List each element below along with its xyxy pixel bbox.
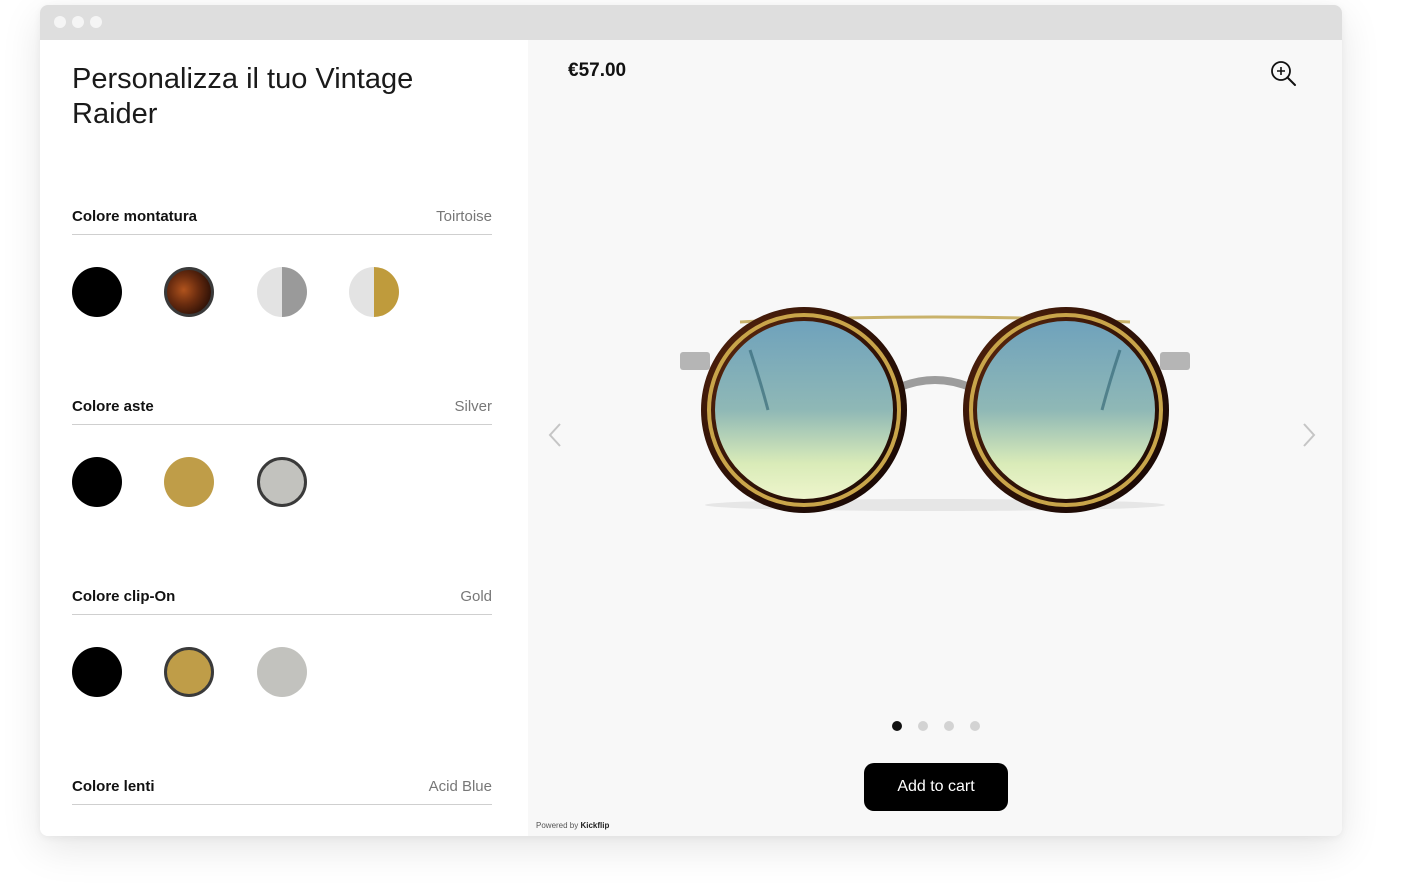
swatch-crystal-grey[interactable] (257, 267, 307, 317)
window-dot (72, 16, 84, 28)
option-clipon-color: Colore clip-On Gold (72, 582, 492, 697)
swatch-row (72, 267, 492, 317)
option-selected-value: Gold (460, 588, 492, 605)
product-preview: €57.00 Add to cart Powered by Kickflip (528, 40, 1342, 836)
chevron-left-icon[interactable] (544, 420, 566, 450)
option-header: Colore montatura Toirtoise (72, 202, 492, 235)
gallery-dot[interactable] (970, 721, 980, 731)
option-label: Colore clip-On (72, 588, 176, 605)
option-header: Colore clip-On Gold (72, 582, 492, 615)
option-label: Colore aste (72, 398, 154, 415)
swatch-black[interactable] (72, 457, 122, 507)
option-header: Colore lenti Acid Blue (72, 772, 492, 805)
swatch-black[interactable] (72, 267, 122, 317)
swatch-tortoise[interactable] (164, 267, 214, 317)
gallery-dot[interactable] (892, 721, 902, 731)
product-price: €57.00 (568, 60, 627, 81)
browser-window: Personalizza il tuo Vintage Raider Color… (40, 5, 1342, 836)
add-to-cart-button[interactable]: Add to cart (864, 763, 1008, 811)
chevron-right-icon[interactable] (1298, 420, 1320, 450)
swatch-gold[interactable] (164, 647, 214, 697)
swatch-row (72, 647, 492, 697)
swatch-crystal-gold[interactable] (349, 267, 399, 317)
zoom-in-icon[interactable] (1270, 60, 1298, 88)
swatch-silver[interactable] (257, 647, 307, 697)
window-dot (90, 16, 102, 28)
powered-by-text: Powered by (536, 821, 579, 830)
option-label: Colore lenti (72, 778, 155, 795)
option-lens-color: Colore lenti Acid Blue (72, 772, 492, 805)
option-selected-value: Acid Blue (428, 778, 492, 795)
gallery-pagination (892, 721, 992, 733)
option-temple-color: Colore aste Silver (72, 392, 492, 507)
option-frame-color: Colore montatura Toirtoise (72, 202, 492, 317)
swatch-black[interactable] (72, 647, 122, 697)
sunglasses-image (680, 307, 1190, 513)
swatch-silver[interactable] (257, 457, 307, 507)
window-dot (54, 16, 66, 28)
swatch-row (72, 457, 492, 507)
option-label: Colore montatura (72, 208, 198, 225)
gallery-dot[interactable] (918, 721, 928, 731)
powered-by-brand[interactable]: Kickflip (580, 821, 609, 830)
option-header: Colore aste Silver (72, 392, 492, 425)
swatch-gold[interactable] (164, 457, 214, 507)
option-selected-value: Toirtoise (436, 208, 492, 225)
powered-by: Powered by Kickflip (536, 821, 609, 830)
option-selected-value: Silver (454, 398, 492, 415)
page-title: Personalizza il tuo Vintage Raider (72, 63, 414, 130)
window-titlebar (40, 5, 1342, 40)
gallery-dot[interactable] (944, 721, 954, 731)
customizer-panel: Personalizza il tuo Vintage Raider Color… (40, 40, 528, 836)
